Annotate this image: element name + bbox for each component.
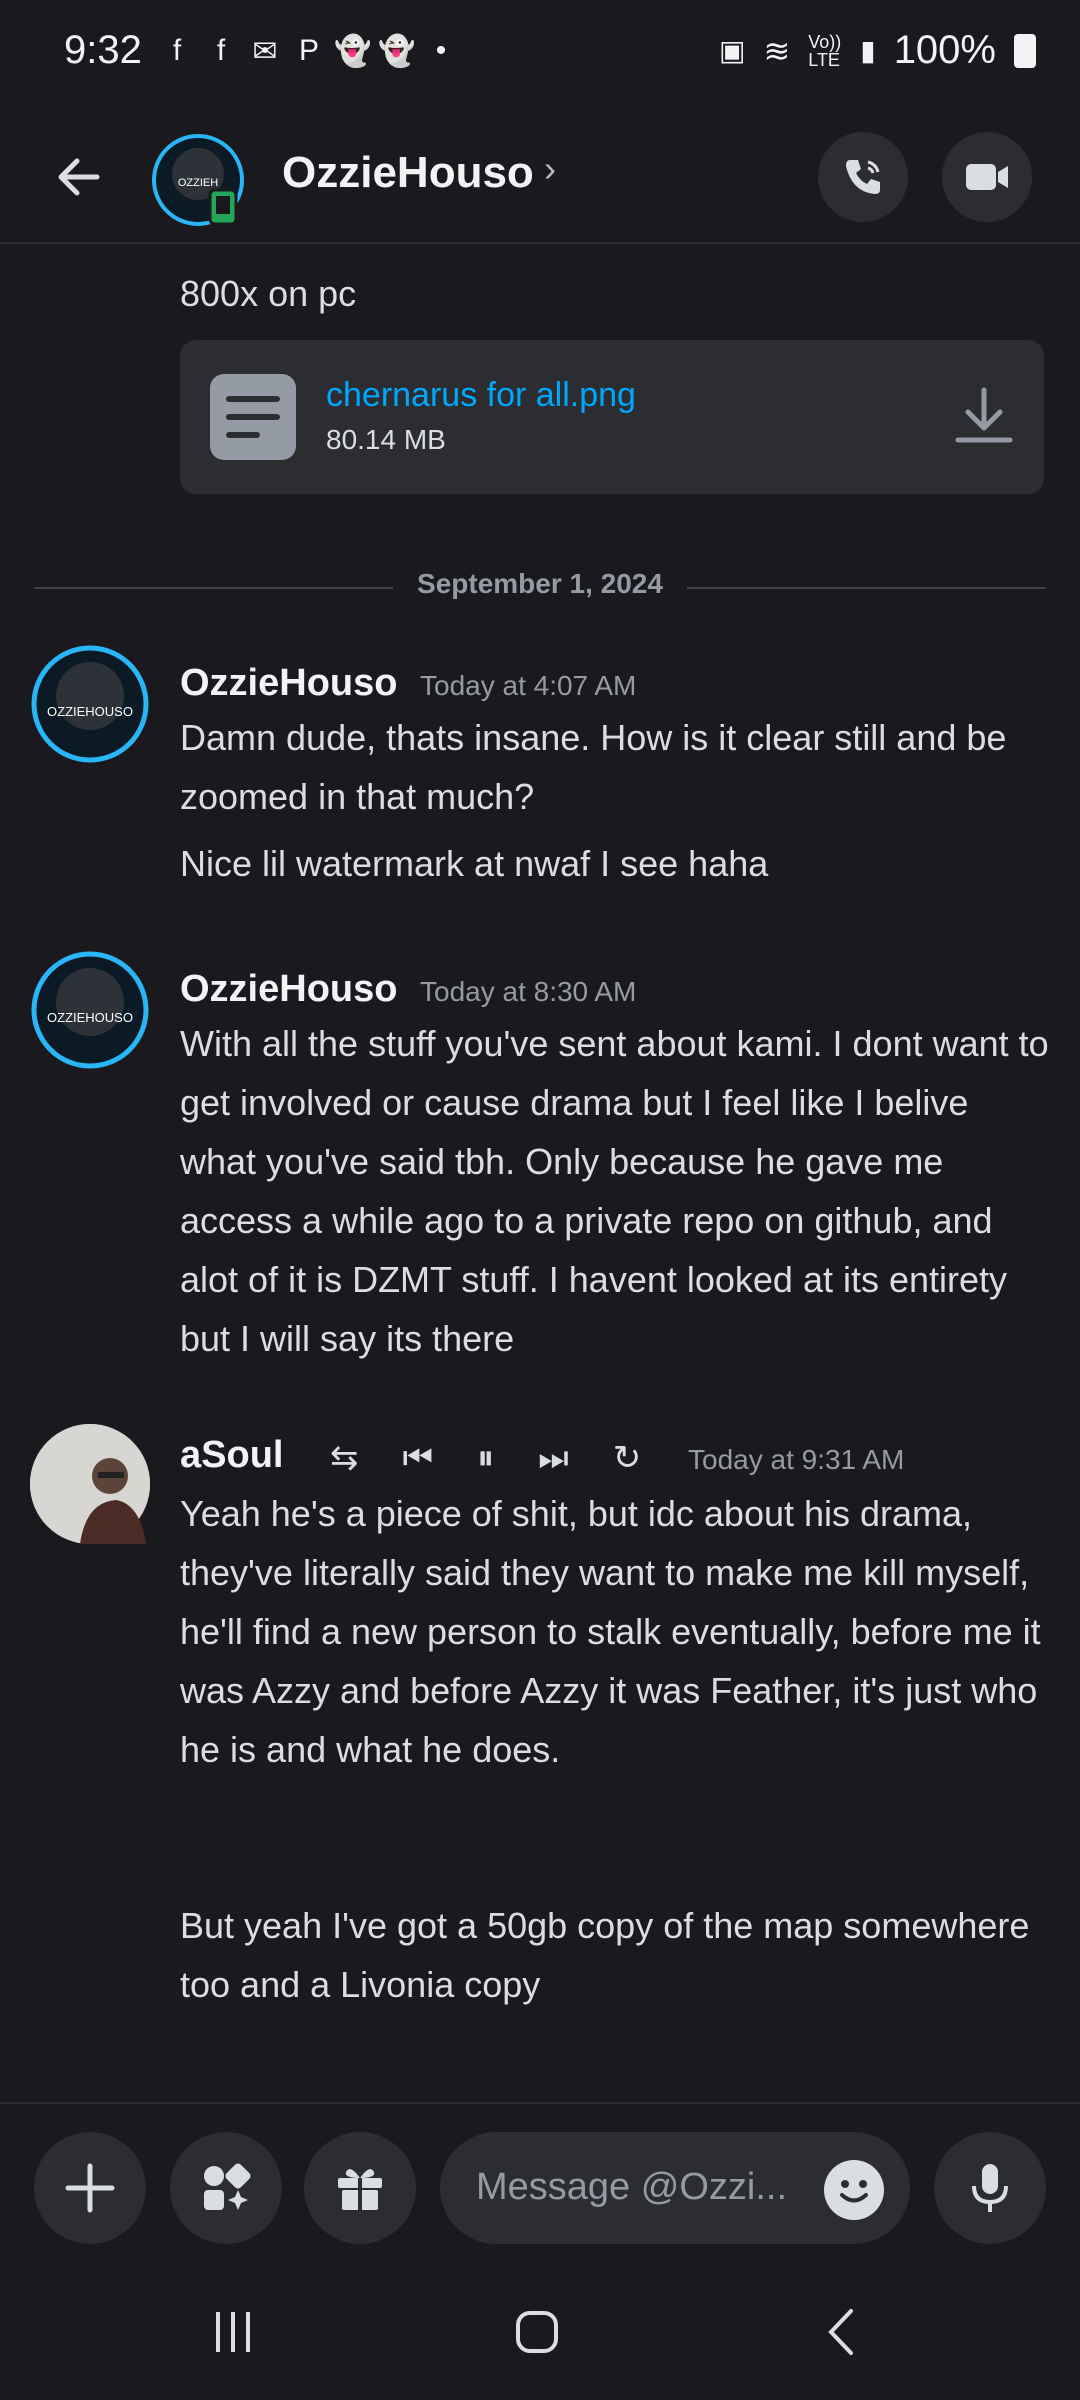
shuffle-icon: ⇆ bbox=[330, 1439, 359, 1477]
arrow-left-icon bbox=[58, 158, 100, 196]
avatar[interactable]: OZZIEHOUSO bbox=[30, 950, 150, 1070]
signal-icon: ▮ bbox=[860, 35, 876, 66]
notification-icons: f f ✉ P 👻 👻 • bbox=[160, 34, 458, 68]
status-right: ▣ ≋ Vo)) LTE ▮ 100% bbox=[719, 28, 1036, 73]
snapchat-icon: 👻 bbox=[378, 34, 416, 68]
recent-apps-button[interactable] bbox=[198, 2302, 268, 2362]
plus-icon bbox=[65, 2163, 115, 2213]
attachment-size: 80.14 MB bbox=[326, 424, 446, 455]
message-text: Damn dude, thats insane. How is it clear… bbox=[180, 717, 1007, 817]
next-icon: ⏭ bbox=[538, 1438, 569, 1477]
microphone-icon bbox=[972, 2164, 1008, 2212]
recent-apps-icon bbox=[216, 2312, 250, 2352]
message-author[interactable]: OzzieHouso bbox=[180, 662, 397, 705]
dot-icon: • bbox=[435, 34, 447, 67]
message-text: Nice lil watermark at nwaf I see haha bbox=[180, 843, 769, 884]
video-camera-icon bbox=[966, 164, 1008, 190]
pause-icon: ⏸ bbox=[477, 1438, 495, 1477]
repeat-icon: ↻ bbox=[612, 1439, 642, 1477]
message-list[interactable]: 800x on pc chernarus for all.png 80.14 M… bbox=[0, 242, 1080, 2102]
avatar[interactable]: OZZIEHOUSO bbox=[30, 644, 150, 764]
chevron-left-icon bbox=[828, 2309, 853, 2355]
message-composer: Message @Ozzi... bbox=[0, 2102, 1080, 2264]
snapchat-icon: 👻 bbox=[334, 34, 372, 68]
gift-icon bbox=[338, 2169, 382, 2210]
download-icon[interactable] bbox=[952, 384, 1016, 448]
message-input-placeholder: Message @Ozzi... bbox=[476, 2166, 787, 2208]
outlook-icon: ✉ bbox=[252, 34, 278, 68]
avatar-text: OZZIEH bbox=[178, 177, 218, 189]
chevron-right-icon: › bbox=[544, 148, 556, 189]
apps-icon bbox=[204, 2163, 251, 2210]
message-author[interactable]: OzzieHouso bbox=[180, 968, 397, 1011]
apps-button[interactable] bbox=[170, 2132, 282, 2244]
message-author[interactable]: aSoul bbox=[180, 1434, 283, 1477]
previous-icon: ⏮ bbox=[402, 1438, 434, 1477]
header-avatar[interactable]: OZZIEH bbox=[152, 134, 244, 226]
message-timestamp: Today at 8:30 AM bbox=[420, 976, 637, 1007]
activity-media-controls: ⇆ ⏮ ⏸ ⏭ ↻ bbox=[330, 1438, 641, 1478]
status-bar: 9:32 f f ✉ P 👻 👻 • ▣ ≋ Vo)) LTE ▮ 100% bbox=[0, 0, 1080, 118]
phone-icon bbox=[846, 160, 880, 194]
header-name[interactable]: OzzieHouso bbox=[282, 148, 534, 198]
avatar-image: OZZIEHOUSO bbox=[31, 951, 149, 1069]
date-divider: September 1, 2024 bbox=[34, 568, 1046, 608]
avatar-image: OZZIEH bbox=[152, 134, 244, 226]
voice-call-button[interactable] bbox=[818, 132, 908, 222]
avatar-image bbox=[30, 1424, 150, 1544]
system-navigation-bar bbox=[0, 2262, 1080, 2400]
partial-message-text: 800x on pc bbox=[180, 273, 357, 314]
dm-header: OZZIEH OzzieHouso › bbox=[0, 118, 1080, 244]
message-text: But yeah I've got a 50gb copy of the map… bbox=[180, 1905, 1030, 2005]
battery-icon bbox=[1014, 33, 1036, 68]
paypal-icon: P bbox=[298, 34, 319, 67]
gift-button[interactable] bbox=[304, 2132, 416, 2244]
battery-saver-icon: ▣ bbox=[718, 35, 746, 66]
video-call-button[interactable] bbox=[942, 132, 1032, 222]
home-icon bbox=[516, 2311, 558, 2353]
home-button[interactable] bbox=[502, 2302, 572, 2362]
status-time: 9:32 bbox=[64, 28, 142, 72]
battery-percent: 100% bbox=[893, 28, 996, 72]
message-timestamp: Today at 9:31 AM bbox=[688, 1444, 905, 1475]
avatar-text: OZZIEHOUSO bbox=[47, 704, 133, 719]
emoji-button[interactable] bbox=[824, 2160, 884, 2220]
smile-icon bbox=[840, 2180, 868, 2203]
file-attachment[interactable]: chernarus for all.png 80.14 MB bbox=[180, 340, 1044, 494]
back-button[interactable] bbox=[44, 142, 114, 212]
system-back-button[interactable] bbox=[806, 2302, 876, 2362]
avatar[interactable] bbox=[30, 1424, 150, 1544]
attachment-name-link[interactable]: chernarus for all.png bbox=[326, 376, 636, 415]
message-input[interactable]: Message @Ozzi... bbox=[440, 2132, 910, 2244]
voice-message-button[interactable] bbox=[934, 2132, 1046, 2244]
divider-date: September 1, 2024 bbox=[393, 568, 687, 599]
facebook-icon: f bbox=[216, 34, 226, 67]
avatar-image: OZZIEHOUSO bbox=[31, 645, 149, 763]
wifi-icon: ≋ bbox=[763, 32, 791, 69]
avatar-text: OZZIEHOUSO bbox=[47, 1010, 133, 1025]
add-attachment-button[interactable] bbox=[34, 2132, 146, 2244]
network-label: Vo)) LTE bbox=[808, 31, 842, 70]
facebook-icon: f bbox=[172, 34, 182, 67]
message-text: Yeah he's a piece of shit, but idc about… bbox=[180, 1493, 1041, 1770]
message-timestamp: Today at 4:07 AM bbox=[420, 670, 637, 701]
document-icon bbox=[210, 374, 296, 460]
message-text: With all the stuff you've sent about kam… bbox=[180, 1023, 1049, 1359]
